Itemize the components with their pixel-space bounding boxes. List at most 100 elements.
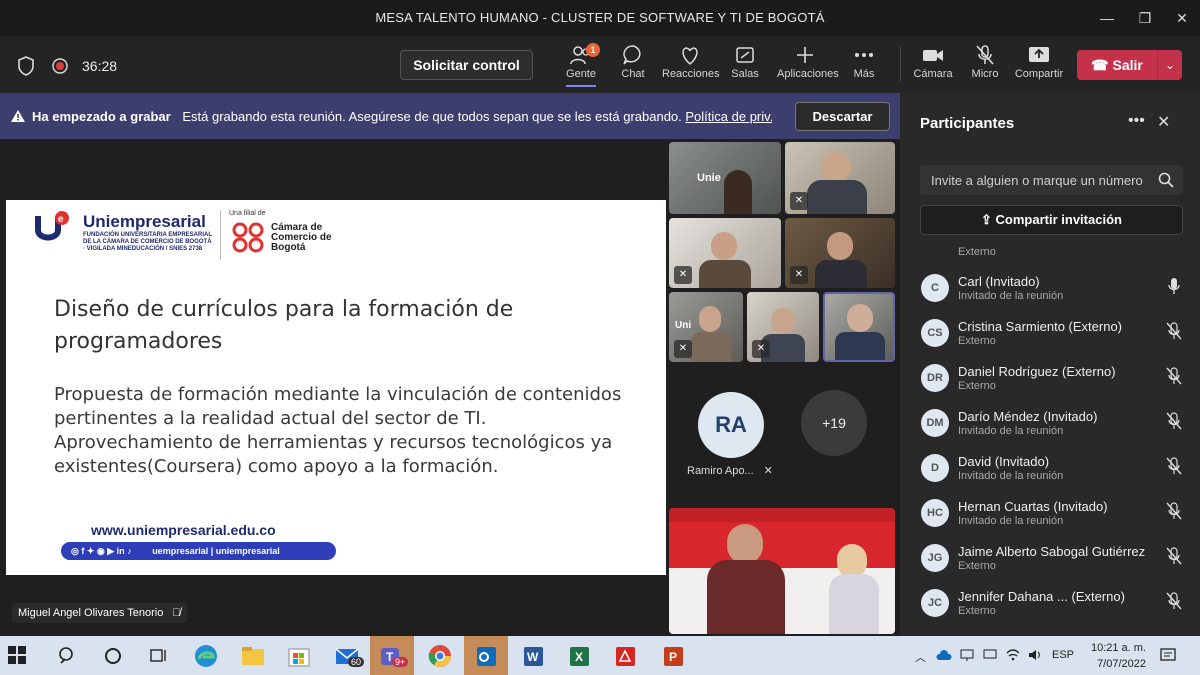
share-icon bbox=[1029, 47, 1049, 62]
language-indicator[interactable]: ESP bbox=[1052, 649, 1074, 661]
chat-button[interactable]: Chat bbox=[605, 44, 661, 80]
outlook-icon[interactable] bbox=[473, 643, 499, 669]
discard-button[interactable]: Descartar bbox=[795, 102, 890, 131]
search-icon[interactable] bbox=[58, 646, 84, 672]
list-item[interactable]: DM Darío Méndez (Invitado) Invitado de la … bbox=[900, 402, 1200, 447]
reactions-button[interactable]: Reacciones bbox=[662, 44, 720, 80]
clock-date: 7/07/2022 bbox=[1097, 658, 1146, 670]
mic-off-icon[interactable] bbox=[1166, 457, 1182, 475]
participant-head bbox=[727, 524, 763, 564]
mic-off-icon[interactable] bbox=[1166, 502, 1182, 520]
rooms-icon bbox=[736, 47, 754, 63]
clock[interactable]: 10:21 a. m. 7/07/2022 bbox=[1088, 640, 1146, 672]
mic-off-icon bbox=[976, 45, 994, 65]
video-tile[interactable]: ✕ bbox=[785, 218, 895, 288]
list-item[interactable]: JC Jennifer Dahana ... (Externo) Externo bbox=[900, 582, 1200, 627]
participant-figure bbox=[707, 560, 785, 634]
reactions-label: Reacciones bbox=[662, 68, 720, 80]
task-view-icon[interactable] bbox=[148, 646, 174, 672]
chevron-up-icon[interactable]: ︿ bbox=[915, 649, 926, 665]
list-item[interactable]: DR Daniel Rodríguez (Externo) Externo bbox=[900, 357, 1200, 402]
excel-icon[interactable]: X bbox=[566, 643, 592, 669]
acrobat-icon[interactable] bbox=[612, 643, 638, 669]
list-item[interactable]: JG Jaime Alberto Sabogal Gutiérrez Externo bbox=[900, 537, 1200, 582]
mic-icon[interactable] bbox=[1166, 277, 1182, 295]
video-tile[interactable]: ✕ bbox=[785, 142, 895, 214]
request-control-button[interactable]: Solicitar control bbox=[400, 50, 533, 80]
mic-off-icon[interactable] bbox=[1166, 322, 1182, 340]
reactions-icon bbox=[682, 47, 698, 66]
mic-off-icon[interactable] bbox=[1166, 592, 1182, 610]
share-button[interactable]: Compartir bbox=[1011, 44, 1067, 80]
brand-name: Uniempresarial bbox=[83, 212, 206, 231]
participant-name: David (Invitado) bbox=[958, 454, 1050, 469]
rooms-button[interactable]: Salas bbox=[717, 44, 773, 80]
volume-icon[interactable] bbox=[1028, 648, 1042, 662]
list-item[interactable]: C Carl (Invitado) Invitado de la reunión bbox=[900, 267, 1200, 312]
chrome-icon[interactable] bbox=[427, 643, 453, 669]
participant-name: Ramiro Apo... ✕ bbox=[687, 464, 773, 477]
participant-role: Invitado de la reunión bbox=[958, 515, 1064, 527]
mic-off-icon[interactable] bbox=[1166, 412, 1182, 430]
svg-text:P: P bbox=[669, 650, 677, 664]
video-tile[interactable]: ✕ bbox=[747, 292, 819, 362]
mic-off-icon[interactable] bbox=[1166, 547, 1182, 565]
more-button[interactable]: Más bbox=[836, 44, 892, 80]
powerpoint-icon[interactable]: P bbox=[660, 643, 686, 669]
list-item[interactable]: HC Hernan Cuartas (Invitado) Invitado de l… bbox=[900, 492, 1200, 537]
plus-icon bbox=[797, 47, 813, 63]
network-icon[interactable] bbox=[960, 648, 974, 662]
avatar: DM bbox=[921, 409, 949, 437]
word-icon[interactable]: W bbox=[520, 643, 546, 669]
video-wall-text: Unie bbox=[697, 172, 721, 184]
list-item[interactable]: CS Cristina Sarmiento (Externo) Externo bbox=[900, 312, 1200, 357]
video-tile-active-speaker[interactable] bbox=[823, 292, 895, 362]
video-tile[interactable]: ✕ bbox=[669, 218, 781, 288]
rooms-label: Salas bbox=[731, 68, 759, 80]
mail-badge: 60 bbox=[348, 657, 365, 667]
mic-off-icon: ✕ bbox=[674, 266, 692, 284]
filial-label: Una filial de bbox=[229, 210, 266, 217]
video-tile[interactable]: Unie bbox=[669, 142, 781, 214]
mic-button[interactable]: Micro bbox=[957, 44, 1013, 80]
video-tile[interactable]: Uni ✕ bbox=[669, 292, 743, 362]
store-icon[interactable] bbox=[286, 643, 312, 669]
shield-icon[interactable] bbox=[17, 56, 35, 76]
display-icon[interactable] bbox=[983, 648, 997, 662]
windows-taskbar: 60 T 9+ W X P ︿ ESP 10:21 a. m. 7/07/202… bbox=[0, 636, 1200, 675]
share-invitation-button[interactable]: ⇪ Compartir invitación bbox=[920, 205, 1183, 235]
list-item[interactable]: Externo bbox=[900, 240, 1200, 262]
wifi-icon[interactable] bbox=[1006, 648, 1020, 662]
participant-name: Jennifer Dahana ... (Externo) bbox=[958, 589, 1125, 604]
windows-start-icon[interactable] bbox=[8, 646, 34, 672]
invite-search-input[interactable] bbox=[920, 165, 1183, 195]
more-icon[interactable]: ••• bbox=[1128, 112, 1145, 130]
search-icon[interactable] bbox=[1158, 172, 1174, 188]
cortana-icon[interactable] bbox=[103, 646, 129, 672]
close-icon[interactable]: ✕ bbox=[1172, 8, 1192, 28]
edge-icon[interactable] bbox=[193, 643, 219, 669]
leave-main[interactable]: ☎ Salir bbox=[1077, 50, 1157, 80]
banner-message: Está grabando esta reunión. Asegúrese de… bbox=[182, 109, 682, 124]
participant-head bbox=[699, 306, 721, 332]
camera-button[interactable]: Cámara bbox=[905, 44, 961, 80]
restore-icon[interactable]: ❐ bbox=[1135, 8, 1155, 28]
chevron-down-icon[interactable]: ⌄ bbox=[1157, 50, 1182, 80]
close-icon[interactable]: ✕ bbox=[1157, 112, 1170, 132]
notifications-icon[interactable] bbox=[1160, 647, 1176, 663]
people-button[interactable]: Gente bbox=[553, 44, 609, 87]
privacy-link[interactable]: Política de priv... bbox=[685, 109, 772, 124]
mic-off-icon[interactable] bbox=[1166, 367, 1182, 385]
avatar[interactable]: RA bbox=[698, 392, 764, 458]
video-tile-room[interactable] bbox=[669, 508, 895, 634]
leave-button[interactable]: ☎ Salir ⌄ bbox=[1077, 50, 1182, 80]
list-item[interactable]: D David (Invitado) Invitado de la reunión bbox=[900, 447, 1200, 492]
file-explorer-icon[interactable] bbox=[240, 643, 266, 669]
apps-button[interactable]: Aplicaciones bbox=[777, 44, 839, 80]
apps-label: Aplicaciones bbox=[777, 68, 839, 80]
onedrive-icon[interactable] bbox=[936, 649, 952, 661]
more-participants-button[interactable]: +19 bbox=[801, 390, 867, 456]
window-title: MESA TALENTO HUMANO - CLUSTER DE SOFTWAR… bbox=[375, 10, 825, 25]
meeting-toolbar: 36:28 Solicitar control Gente Chat Reacc… bbox=[0, 36, 1200, 93]
minimize-icon[interactable]: — bbox=[1097, 8, 1117, 28]
